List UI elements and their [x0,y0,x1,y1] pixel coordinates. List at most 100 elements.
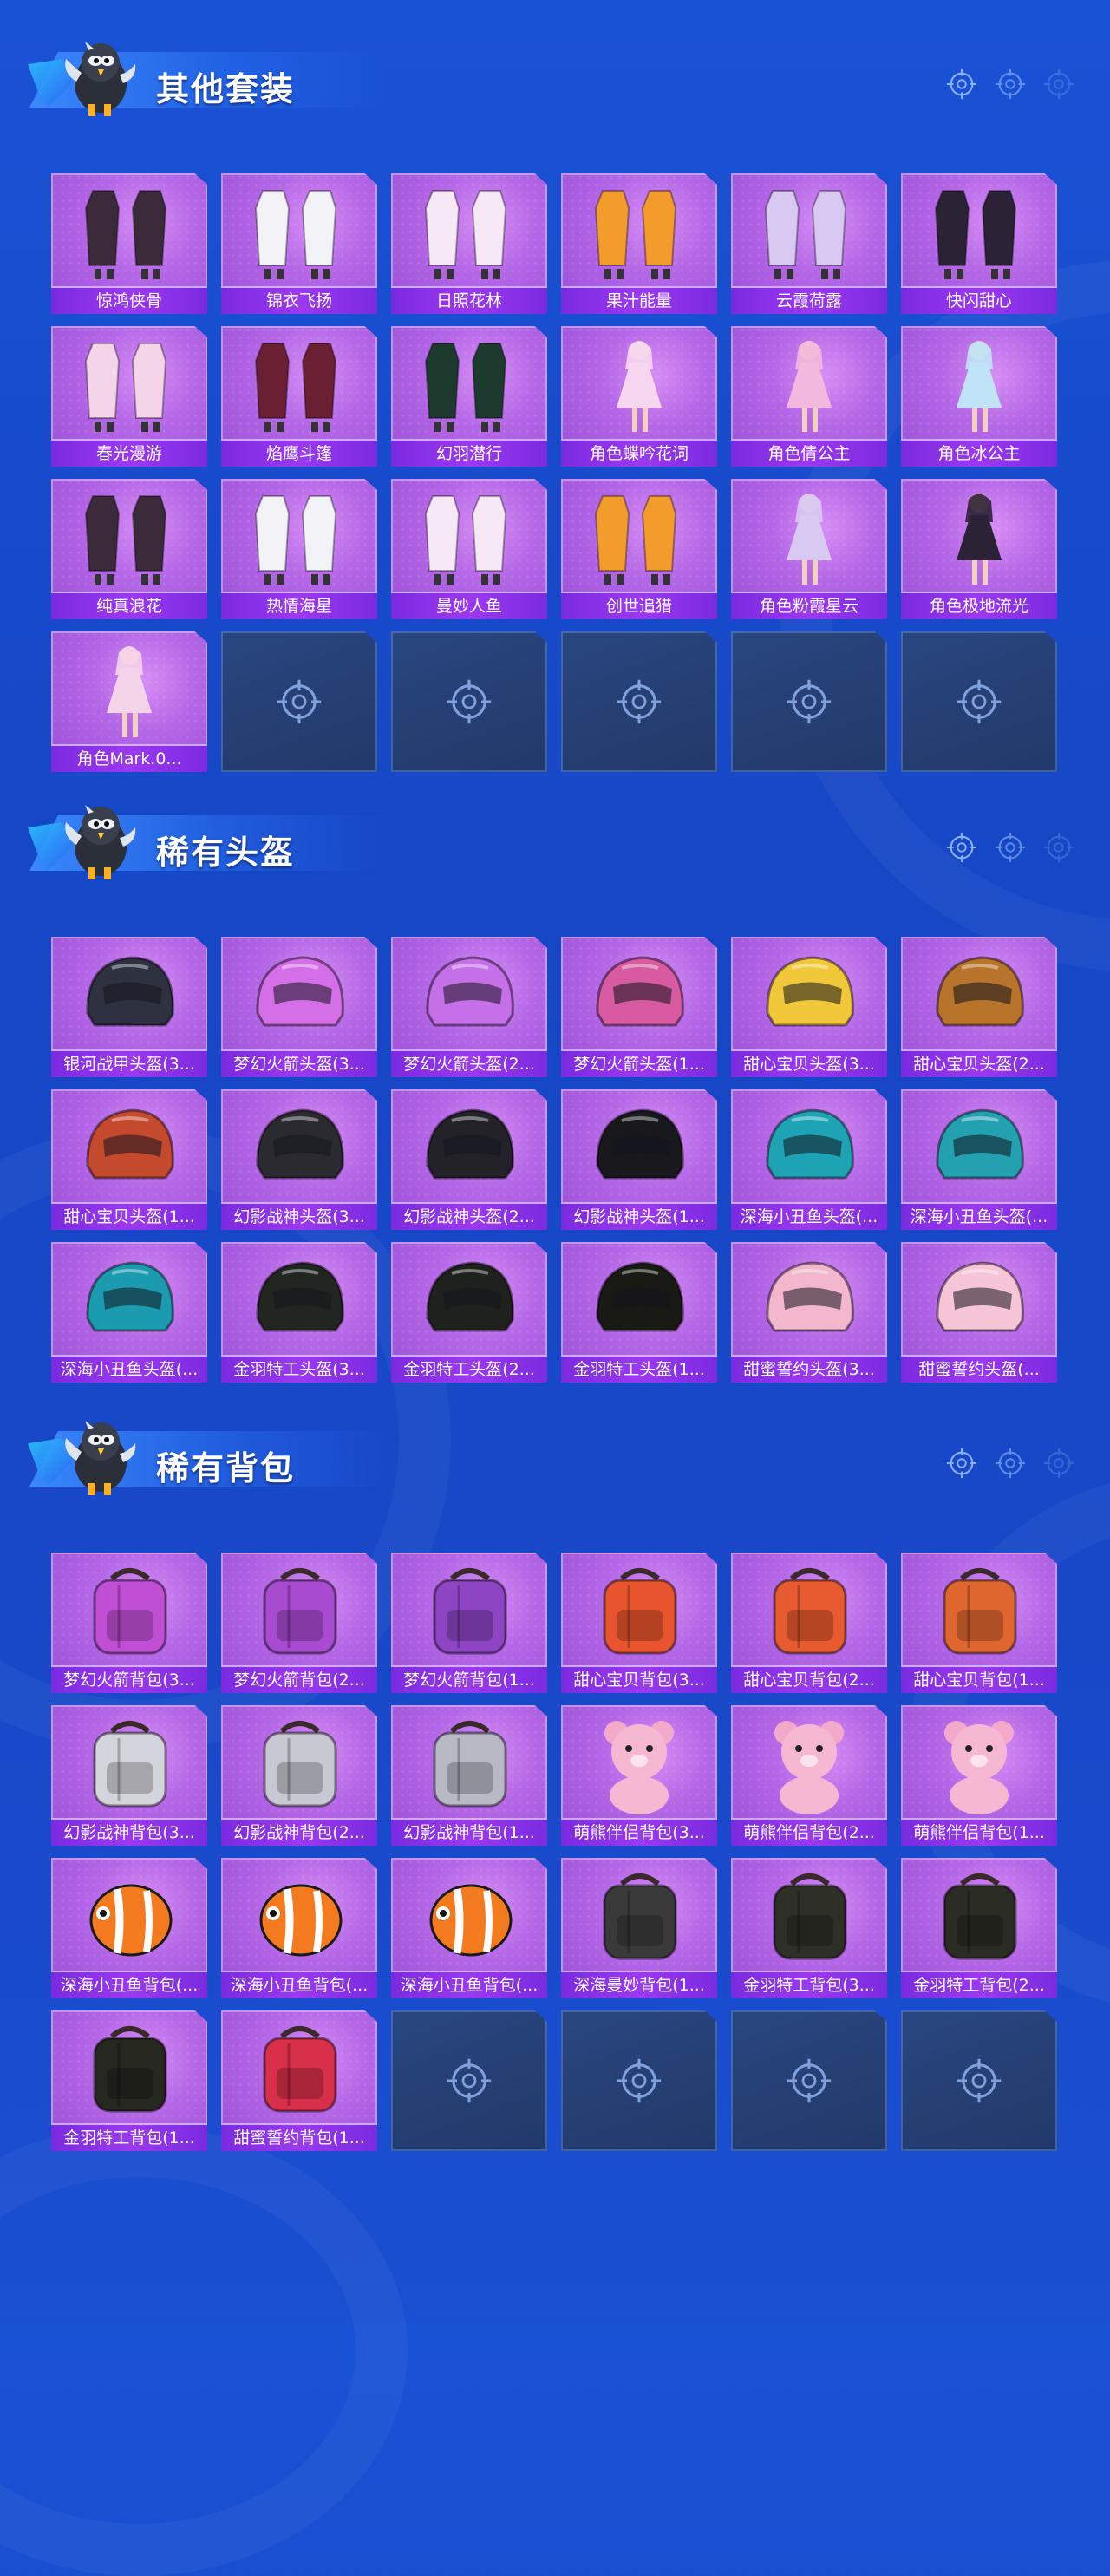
item-label: 纯真浪花 [51,592,207,619]
item-card[interactable]: 甜蜜誓约背包(1... [221,2010,377,2151]
item-card[interactable]: 梦幻火箭背包(2... [221,1553,377,1693]
item-card[interactable]: 快闪甜心 [901,173,1057,314]
section-title: 稀有背包 [156,1449,296,1487]
item-card[interactable]: 幻影战神头盔(2... [391,1089,547,1230]
empty-slot [561,631,717,772]
item-card[interactable]: 金羽特工头盔(2... [391,1242,547,1383]
fish-image [238,1867,360,1969]
item-card[interactable]: 萌熊伴侣背包(3... [561,1705,717,1846]
item-label: 角色Mark.0... [51,744,207,772]
item-label: 曼妙人鱼 [391,592,547,619]
item-card[interactable]: 甜心宝贝背包(1... [901,1553,1057,1693]
item-card[interactable]: 梦幻火箭头盔(2... [391,937,547,1077]
item-card[interactable]: 春光漫游 [51,326,207,467]
item-card[interactable]: 纯真浪花 [51,479,207,619]
item-label: 幻影战神背包(2... [221,1818,377,1846]
item-label: 甜心宝贝头盔(1... [51,1202,207,1230]
item-card[interactable]: 甜蜜誓约头盔(... [901,1242,1057,1383]
item-label: 银河战甲头盔(3... [51,1049,207,1077]
item-card[interactable]: 锦衣飞扬 [221,173,377,314]
item-card[interactable]: 幻羽潜行 [391,326,547,467]
item-card[interactable]: 甜心宝贝头盔(2... [901,937,1057,1077]
item-card[interactable]: 深海小丑鱼背包(... [51,1858,207,1998]
item-card[interactable]: 焰鹰斗篷 [221,326,377,467]
item-card[interactable]: 金羽特工背包(2... [901,1858,1057,1998]
item-card[interactable]: 角色倩公主 [731,326,887,467]
item-card[interactable]: 金羽特工头盔(3... [221,1242,377,1383]
item-card[interactable]: 深海曼妙背包(1... [561,1858,717,1998]
item-card[interactable]: 甜心宝贝背包(3... [561,1553,717,1693]
item-card[interactable]: 梦幻火箭背包(3... [51,1553,207,1693]
item-card[interactable]: 甜蜜誓约头盔(3... [731,1242,887,1383]
crosshair-icon [945,831,978,864]
item-card[interactable]: 深海小丑鱼头盔(... [51,1242,207,1383]
figure-image [918,335,1040,437]
item-card[interactable]: 幻影战神头盔(1... [561,1089,717,1230]
item-card[interactable]: 角色粉霞星云 [731,479,887,619]
chicken-mascot-icon [50,793,146,888]
item-card[interactable]: 金羽特工背包(1... [51,2010,207,2151]
item-card[interactable]: 角色极地流光 [901,479,1057,619]
item-card[interactable]: 深海小丑鱼头盔(... [731,1089,887,1230]
item-label: 甜蜜誓约头盔(3... [731,1355,887,1383]
item-card[interactable]: 深海小丑鱼背包(... [221,1858,377,1998]
section-title: 其他套装 [156,70,296,108]
empty-slot [391,631,547,772]
item-card[interactable]: 幻影战神背包(2... [221,1705,377,1846]
item-card[interactable]: 角色Mark.0... [51,631,207,772]
outfit-image [408,335,530,437]
item-label: 日照花林 [391,286,547,314]
item-card[interactable]: 甜心宝贝头盔(1... [51,1089,207,1230]
item-card[interactable]: 深海小丑鱼背包(... [391,1858,547,1998]
section-decoration [945,68,1075,101]
item-card[interactable]: 角色蝶吟花词 [561,326,717,467]
item-label: 深海曼妙背包(1... [561,1971,717,1998]
item-card[interactable]: 幻影战神背包(3... [51,1705,207,1846]
crosshair-icon [785,2056,833,2105]
item-label: 金羽特工头盔(3... [221,1355,377,1383]
bear-image [578,1714,700,1816]
outfit-image [748,182,870,284]
item-card[interactable]: 果汁能量 [561,173,717,314]
item-card[interactable]: 角色冰公主 [901,326,1057,467]
helmet-image [748,945,870,1048]
item-label: 甜心宝贝背包(1... [901,1665,1057,1693]
item-card[interactable]: 梦幻火箭头盔(1... [561,937,717,1077]
item-card[interactable]: 云霞荷露 [731,173,887,314]
item-card[interactable]: 甜心宝贝头盔(3... [731,937,887,1077]
backpack-image [69,2019,190,2122]
section-title: 稀有头盔 [156,834,296,872]
item-card[interactable]: 热情海星 [221,479,377,619]
figure-image [578,335,700,437]
crosshair-icon [275,677,323,726]
item-card[interactable]: 惊鸿侠骨 [51,173,207,314]
helmet-image [578,945,700,1048]
empty-slot [221,631,377,772]
item-label: 春光漫游 [51,439,207,467]
item-card[interactable]: 萌熊伴侣背包(1... [901,1705,1057,1846]
item-card[interactable]: 创世追猎 [561,479,717,619]
item-label: 幻影战神头盔(3... [221,1202,377,1230]
item-label: 甜心宝贝背包(3... [561,1665,717,1693]
item-card[interactable]: 银河战甲头盔(3... [51,937,207,1077]
figure-image [748,487,870,590]
section-2: 稀有头盔 银河战甲头盔(3... 梦幻火箭头盔(3... 梦幻火箭头盔(2...… [0,781,1110,1383]
backpack-image [918,1561,1040,1664]
item-label: 角色粉霞星云 [731,592,887,619]
item-card[interactable]: 幻影战神背包(1... [391,1705,547,1846]
helmet-image [578,1098,700,1200]
section-3: 稀有背包 梦幻火箭背包(3... 梦幻火箭背包(2... 梦幻火箭背包(1...… [0,1396,1110,2151]
item-card[interactable]: 梦幻火箭背包(1... [391,1553,547,1693]
section-1: 其他套装 惊鸿侠骨 锦衣飞扬 日照花林 果汁能量 云霞荷露 快闪甜心 春光漫游 … [0,17,1110,772]
item-card[interactable]: 金羽特工头盔(1... [561,1242,717,1383]
item-card[interactable]: 幻影战神头盔(3... [221,1089,377,1230]
item-card[interactable]: 日照花林 [391,173,547,314]
item-card[interactable]: 甜心宝贝背包(2... [731,1553,887,1693]
item-card[interactable]: 曼妙人鱼 [391,479,547,619]
item-card[interactable]: 深海小丑鱼头盔(... [901,1089,1057,1230]
item-card[interactable]: 金羽特工背包(3... [731,1858,887,1998]
crosshair-icon [994,1447,1027,1480]
item-card[interactable]: 梦幻火箭头盔(3... [221,937,377,1077]
empty-slot [901,631,1057,772]
item-card[interactable]: 萌熊伴侣背包(2... [731,1705,887,1846]
